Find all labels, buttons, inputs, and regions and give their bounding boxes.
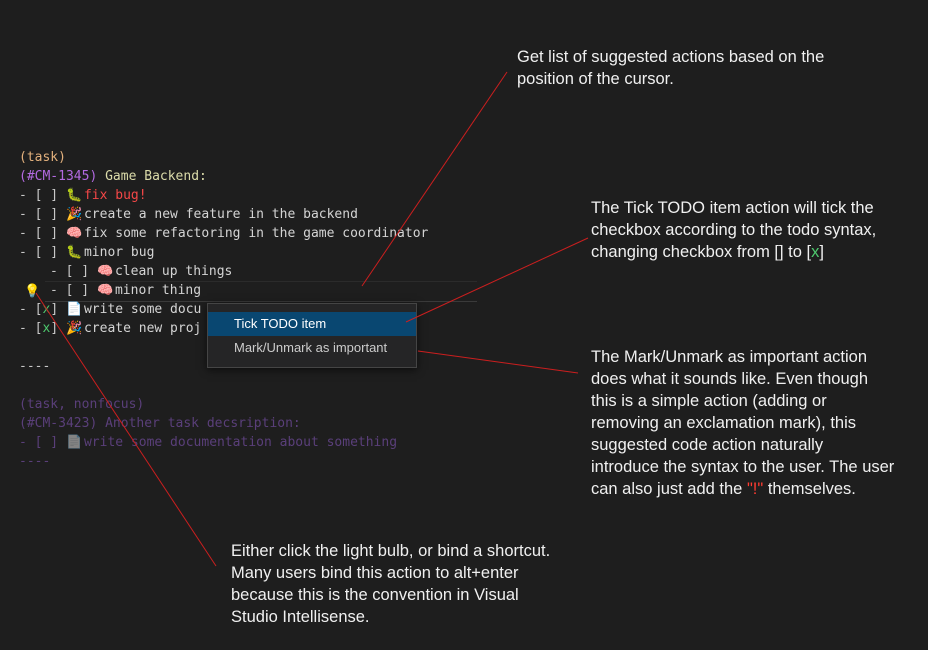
todo-text: create new proj — [83, 321, 202, 336]
annotation-line-tick — [405, 237, 589, 323]
annotation-cursor: Get list of suggested actions based on t… — [517, 48, 825, 88]
todo-subitem[interactable]: - [ ] 🧠 clean up things — [0, 262, 428, 281]
todo-text: write some docu — [83, 302, 202, 317]
code-action-menu: Tick TODO item Mark/Unmark as important — [207, 303, 417, 368]
task-id: (#CM-1345) — [19, 169, 98, 184]
annotation-line-mark — [417, 350, 579, 374]
task-tag: (task) — [19, 150, 66, 165]
checkbox-open: - [ — [19, 302, 43, 317]
nonfocus-todo-item[interactable]: - [ ] 📄 write some documentation about so… — [0, 433, 428, 452]
checkbox-close: ] — [50, 302, 66, 317]
annotation-mark: The Mark/Unmark as important action does… — [591, 348, 895, 498]
bug-icon: 🐛 — [65, 188, 83, 203]
todo-text: minor thing — [114, 283, 202, 298]
todo-text: create a new feature in the backend — [83, 207, 358, 222]
menu-item-tick-todo[interactable]: Tick TODO item — [208, 312, 416, 336]
todo-item[interactable]: - [ ] 🐛 minor bug — [0, 243, 428, 262]
todo-item[interactable]: - [ ] 🧠 fix some refactoring in the game … — [0, 224, 428, 243]
brain-icon: 🧠 — [96, 283, 114, 298]
todo-text: fix bug! — [83, 188, 147, 203]
checkbox-close: ] — [50, 321, 66, 336]
lightbulb-icon[interactable]: 💡 — [24, 283, 40, 299]
todo-subitem-current[interactable]: - [ ] 🧠 minor thing — [0, 281, 477, 302]
document-icon: 📄 — [65, 435, 83, 450]
todo-checkbox[interactable]: - [ ] — [50, 264, 97, 279]
todo-text: clean up things — [114, 264, 233, 279]
bug-icon: 🐛 — [65, 245, 83, 260]
menu-item-mark-important[interactable]: Mark/Unmark as important — [208, 336, 416, 360]
todo-checkbox[interactable]: - [ ] — [19, 435, 66, 450]
todo-item[interactable]: - [ ] 🐛 fix bug! — [0, 186, 428, 205]
checkbox-open: - [ — [19, 321, 43, 336]
empty-line — [0, 376, 428, 395]
screenshot: (task) (#CM-1345) Game Backend: - [ ] 🐛 f… — [0, 0, 928, 650]
todo-checkbox[interactable]: - [ ] — [19, 188, 66, 203]
todo-checkbox[interactable]: - [ ] — [19, 245, 66, 260]
nonfocus-title: (#CM-3423) Another task decsription: — [19, 416, 301, 431]
brain-icon: 🧠 — [65, 226, 83, 241]
todo-item[interactable]: - [ ] 🎉 create a new feature in the backe… — [0, 205, 428, 224]
annotation-tick: The Tick TODO item action will tick the … — [591, 199, 877, 261]
document-icon: 📄 — [65, 302, 83, 317]
party-popper-icon: 🎉 — [65, 321, 83, 336]
task-title: Game Backend: — [97, 169, 207, 184]
todo-checkbox[interactable]: - [ ] — [50, 283, 97, 298]
annotation-bulb: Either click the light bulb, or bind a s… — [231, 542, 551, 626]
todo-text: minor bug — [83, 245, 155, 260]
nonfocus-tag: (task, nonfocus) — [19, 397, 145, 412]
todo-text: fix some refactoring in the game coordin… — [83, 226, 429, 241]
code-line: (task) — [0, 148, 428, 167]
code-line: (#CM-1345) Game Backend: — [0, 167, 428, 186]
party-popper-icon: 🎉 — [65, 207, 83, 222]
separator: ---- — [19, 454, 51, 469]
todo-checkbox[interactable]: - [ ] — [19, 207, 66, 222]
todo-text: write some documentation about something — [83, 435, 398, 450]
brain-icon: 🧠 — [96, 264, 114, 279]
todo-checkbox[interactable]: - [ ] — [19, 226, 66, 241]
